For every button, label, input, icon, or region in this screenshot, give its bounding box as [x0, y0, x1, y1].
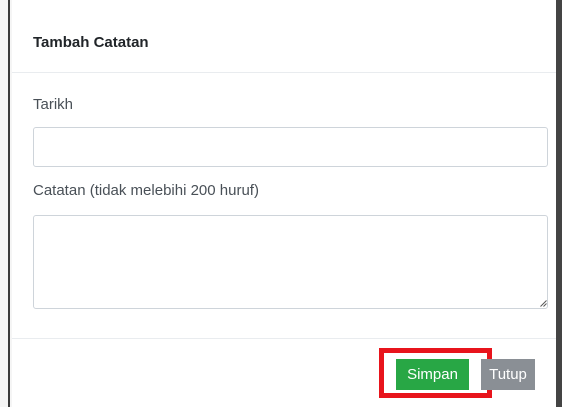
backdrop-right-edge	[556, 0, 562, 407]
screen: Tambah Catatan Tarikh Catatan (tidak mel…	[0, 0, 562, 407]
close-button[interactable]: Tutup	[481, 359, 535, 390]
resize-grip-icon[interactable]	[540, 300, 547, 307]
save-button[interactable]: Simpan	[396, 359, 469, 390]
dialog-title: Tambah Catatan	[33, 34, 149, 51]
dialog-header: Tambah Catatan	[12, 0, 556, 73]
note-label: Catatan (tidak melebihi 200 huruf)	[33, 182, 259, 199]
backdrop-edge-line	[8, 0, 10, 407]
note-textarea[interactable]	[33, 215, 548, 309]
date-input[interactable]	[33, 127, 548, 167]
date-label: Tarikh	[33, 96, 74, 113]
add-note-dialog: Tambah Catatan Tarikh Catatan (tidak mel…	[12, 0, 556, 407]
